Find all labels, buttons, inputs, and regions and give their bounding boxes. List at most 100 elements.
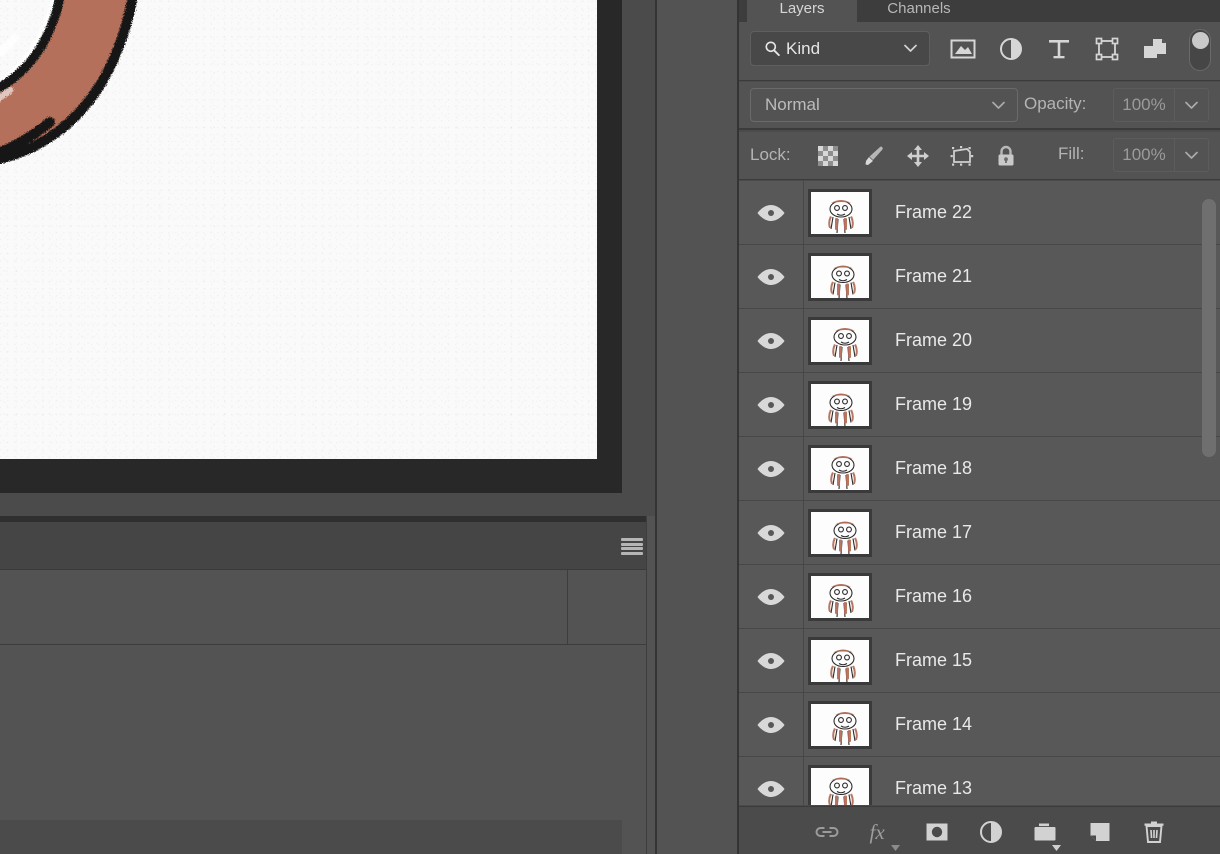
filter-kind-label: Kind — [786, 38, 821, 58]
layer-thumbnail[interactable] — [808, 700, 872, 749]
layer-thumbnail-art — [828, 583, 854, 617]
link-chain-icon[interactable] — [814, 819, 840, 845]
blend-mode-select[interactable]: Normal — [750, 88, 1018, 122]
new-layer-icon[interactable] — [1087, 819, 1113, 845]
checkerboard-icon[interactable] — [815, 143, 841, 169]
eye-visibility-icon[interactable] — [756, 331, 786, 351]
smart-object-icon[interactable] — [1141, 35, 1169, 63]
filter-enable-toggle[interactable] — [1189, 29, 1211, 71]
lower-panel-footer — [0, 820, 622, 854]
filter-kind-select[interactable]: Kind — [750, 31, 930, 66]
layer-thumbnail[interactable] — [808, 508, 872, 557]
brush-icon[interactable] — [861, 143, 887, 169]
chevron-down-icon — [1185, 151, 1198, 159]
layer-thumbnail[interactable] — [808, 444, 872, 493]
svg-text:fx: fx — [870, 820, 886, 844]
layer-thumbnail-art — [828, 777, 854, 805]
lock-row: Lock: Fill: 100% — [739, 132, 1220, 180]
layer-thumbnail[interactable] — [808, 252, 872, 301]
layer-row[interactable]: Frame 20 — [739, 308, 1220, 373]
move-arrows-icon[interactable] — [905, 143, 931, 169]
layer-thumbnail[interactable] — [808, 316, 872, 365]
fx-icon[interactable]: fx — [869, 819, 895, 845]
opacity-label: Opacity: — [1024, 94, 1087, 113]
tab-channels-label: Channels — [887, 0, 951, 17]
layer-visibility-toggle[interactable] — [739, 628, 804, 693]
layer-visibility-toggle[interactable] — [739, 181, 804, 245]
layer-thumbnail[interactable] — [808, 188, 872, 237]
canvas[interactable] — [0, 0, 597, 459]
panel-tab-strip: Layers Channels — [739, 0, 1220, 22]
trash-icon[interactable] — [1141, 819, 1167, 845]
padlock-icon[interactable] — [993, 143, 1019, 169]
text-t-icon[interactable] — [1045, 35, 1073, 63]
fill-stepper[interactable] — [1175, 138, 1209, 172]
eye-visibility-icon[interactable] — [756, 459, 786, 479]
eye-visibility-icon[interactable] — [756, 395, 786, 415]
eye-visibility-icon[interactable] — [756, 203, 786, 223]
layer-visibility-toggle[interactable] — [739, 564, 804, 629]
layer-row[interactable]: Frame 21 — [739, 244, 1220, 309]
lower-panel-cell-left[interactable] — [0, 570, 567, 645]
layer-row[interactable]: Frame 18 — [739, 436, 1220, 501]
eye-visibility-icon[interactable] — [756, 651, 786, 671]
chevron-down-icon — [1185, 101, 1198, 109]
layer-thumbnail-art — [830, 649, 856, 682]
shape-bounds-icon[interactable] — [1093, 35, 1121, 63]
fill-label: Fill: — [1058, 144, 1085, 163]
lower-panel-cell-right[interactable] — [568, 570, 655, 645]
layer-thumbnail[interactable] — [808, 380, 872, 429]
eye-visibility-icon[interactable] — [756, 267, 786, 287]
layer-thumbnail-art — [832, 327, 858, 361]
layer-row[interactable]: Frame 15 — [739, 628, 1220, 693]
layer-list-scrollbar[interactable] — [1202, 181, 1216, 805]
eye-visibility-icon[interactable] — [756, 587, 786, 607]
document-window — [0, 0, 622, 516]
layer-visibility-toggle[interactable] — [739, 692, 804, 757]
layer-visibility-toggle[interactable] — [739, 756, 804, 805]
eye-visibility-icon[interactable] — [756, 523, 786, 543]
layer-row[interactable]: Frame 13 — [739, 756, 1220, 805]
layer-thumbnail[interactable] — [808, 764, 872, 805]
scrollbar-thumb[interactable] — [1202, 199, 1216, 457]
layer-thumbnail[interactable] — [808, 636, 872, 685]
fill-input[interactable]: 100% — [1113, 138, 1175, 172]
tab-layers[interactable]: Layers — [747, 0, 857, 22]
layer-list[interactable]: Frame 22 Frame 21 Frame 20 Frame 19 Frame 18… — [739, 181, 1220, 805]
hamburger-menu-icon[interactable] — [621, 538, 643, 555]
folder-icon[interactable] — [1032, 819, 1058, 845]
layer-thumbnail-art — [830, 455, 856, 489]
layer-row[interactable]: Frame 22 — [739, 181, 1220, 245]
layer-visibility-toggle[interactable] — [739, 500, 804, 565]
mask-icon[interactable] — [924, 819, 950, 845]
tab-channels[interactable]: Channels — [860, 0, 978, 22]
layer-row[interactable]: Frame 17 — [739, 500, 1220, 565]
artboard-icon[interactable] — [949, 143, 975, 169]
layer-name-label: Frame 22 — [895, 202, 973, 222]
layer-row[interactable]: Frame 14 — [739, 692, 1220, 757]
layer-row[interactable]: Frame 16 — [739, 564, 1220, 629]
half-circle-icon[interactable] — [997, 35, 1025, 63]
opacity-stepper[interactable] — [1175, 88, 1209, 122]
layer-visibility-toggle[interactable] — [739, 308, 804, 373]
layer-name-label: Frame 20 — [895, 330, 973, 350]
layer-visibility-toggle[interactable] — [739, 244, 804, 309]
half-circle-icon[interactable] — [978, 819, 1004, 845]
layer-name-label: Frame 13 — [895, 778, 973, 798]
eye-visibility-icon[interactable] — [756, 779, 786, 799]
document-scroll-gutter[interactable] — [622, 0, 655, 516]
layer-thumbnail-art — [828, 199, 854, 233]
artwork-sketch — [0, 0, 138, 164]
layers-panel: Layers Channels Kind Normal Opacity: 100… — [737, 0, 1220, 854]
layer-row[interactable]: Frame 19 — [739, 372, 1220, 437]
image-icon[interactable] — [949, 35, 977, 63]
tab-layers-label: Layers — [779, 0, 825, 17]
layer-thumbnail-art — [832, 521, 858, 554]
layer-name-label: Frame 16 — [895, 586, 973, 606]
opacity-input[interactable]: 100% — [1113, 88, 1175, 122]
layer-visibility-toggle[interactable] — [739, 372, 804, 437]
layer-visibility-toggle[interactable] — [739, 436, 804, 501]
eye-visibility-icon[interactable] — [756, 715, 786, 735]
lower-panel-body[interactable] — [0, 646, 655, 804]
layer-thumbnail[interactable] — [808, 572, 872, 621]
